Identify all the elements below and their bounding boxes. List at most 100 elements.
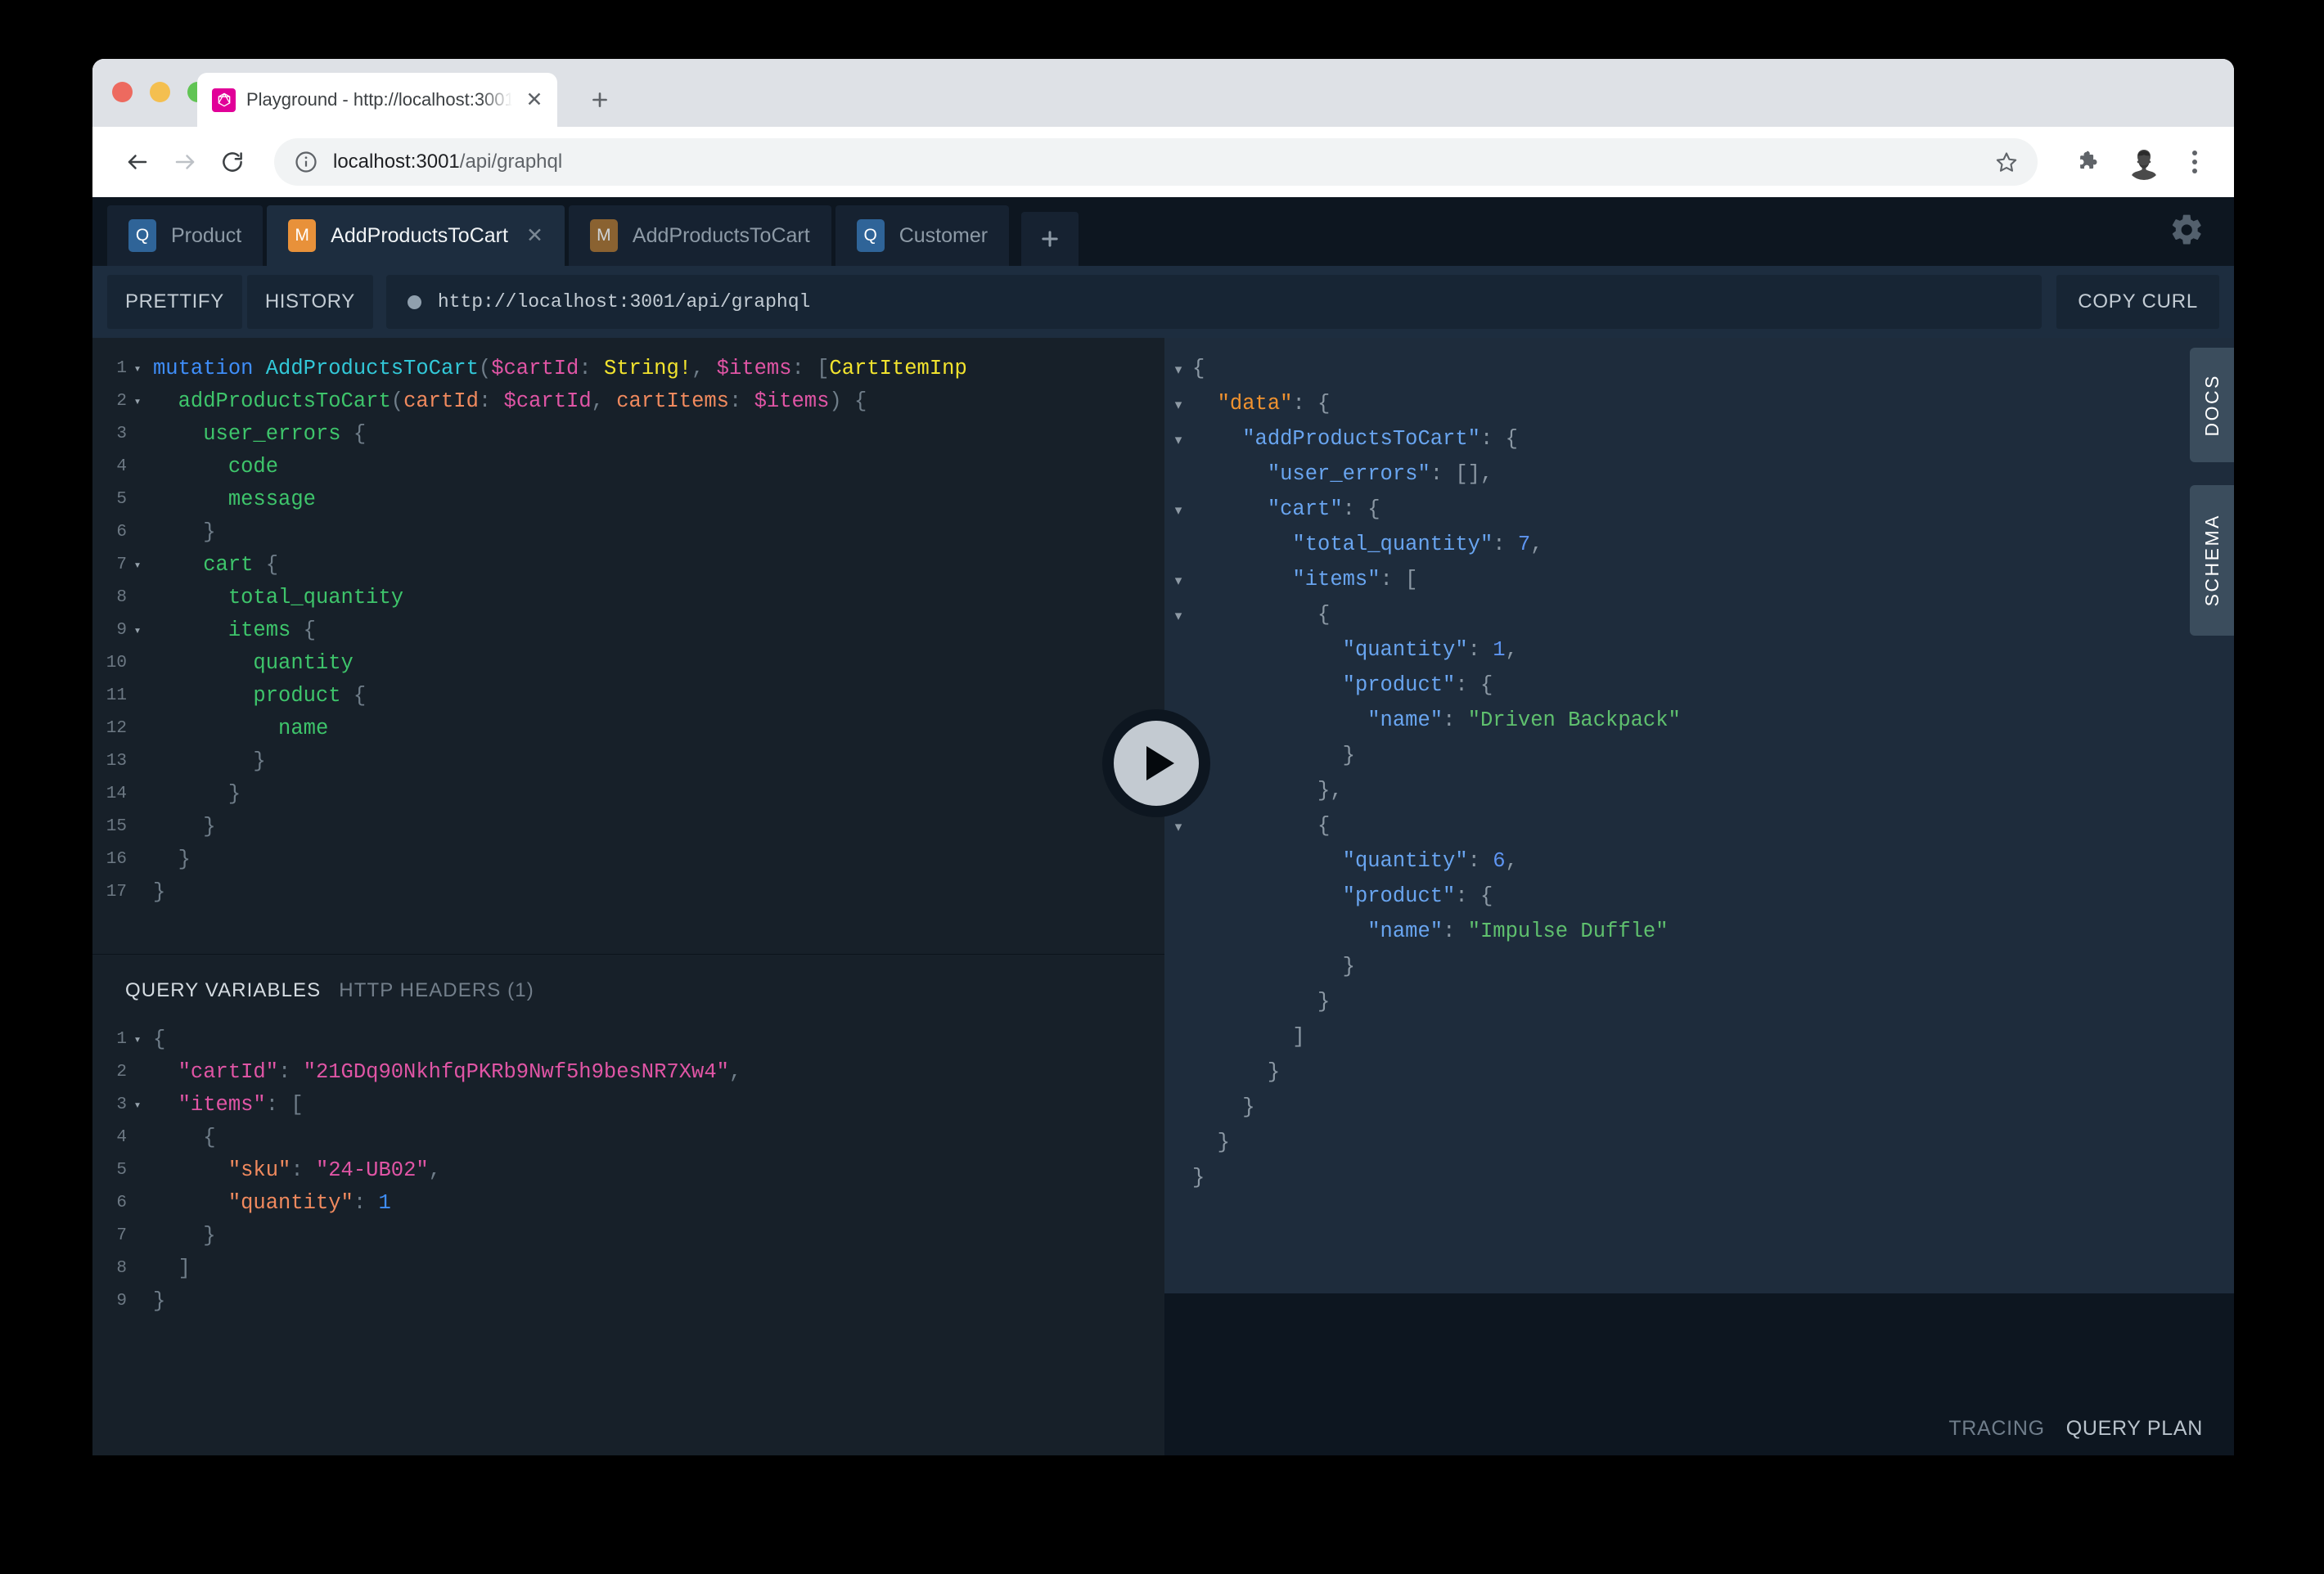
omnibox[interactable]: localhost:3001/api/graphql: [274, 138, 2038, 186]
response-text: "product": {: [1342, 884, 1493, 908]
fold-arrow-icon[interactable]: ▾: [128, 549, 146, 583]
line-number: 7: [116, 1226, 127, 1245]
history-button[interactable]: HISTORY: [246, 275, 373, 329]
line-number: 6: [116, 1194, 127, 1212]
response-text: "user_errors": [],: [1267, 462, 1493, 486]
star-icon[interactable]: [1985, 141, 2028, 183]
gear-icon[interactable]: [2169, 212, 2205, 248]
tab-tracing[interactable]: TRACING: [1948, 1417, 2044, 1441]
response-line: ▾ {: [1164, 808, 2234, 843]
response-viewer[interactable]: ▾{▾ "data": {▾ "addProductsToCart": { "u…: [1164, 338, 2234, 1293]
fold-arrow-icon[interactable]: ▾: [1164, 562, 1192, 599]
code-text: total_quantity: [227, 586, 404, 609]
close-icon[interactable]: ✕: [526, 223, 543, 248]
new-tab-button[interactable]: [582, 82, 618, 118]
graphql-playground: Q Product M AddProductsToCart ✕ M AddPro…: [92, 197, 2234, 1455]
fold-arrow-icon[interactable]: ▾: [128, 1023, 146, 1058]
response-text: {: [1192, 603, 1331, 627]
fold-arrow-icon[interactable]: ▾: [1164, 808, 1192, 845]
code-text: "quantity": 1: [227, 1191, 391, 1215]
schema-panel-tab[interactable]: SCHEMA: [2190, 485, 2234, 636]
fold-arrow-icon[interactable]: ▾: [128, 353, 146, 387]
code-text: }: [153, 1224, 216, 1248]
three-dot-menu-icon[interactable]: [2177, 141, 2213, 183]
endpoint-input[interactable]: http://localhost:3001/api/graphql: [385, 275, 2043, 329]
code-line: 5 message: [92, 483, 1164, 516]
code-line: 16 }: [92, 843, 1164, 876]
fold-arrow-icon[interactable]: ▾: [1164, 597, 1192, 634]
playground-toolbar: PRETTIFY HISTORY http://localhost:3001/a…: [92, 266, 2234, 338]
minimize-window-button[interactable]: [150, 82, 170, 102]
line-number: 8: [116, 1259, 127, 1278]
code-line: 1 ▾ mutation AddProductsToCart($cartId: St…: [92, 353, 1164, 385]
code-line: 3 ▾ "items": [: [92, 1089, 1164, 1122]
add-session-tab-button[interactable]: [1021, 212, 1079, 266]
line-number: 7: [116, 555, 127, 574]
endpoint-status-icon: [407, 295, 421, 309]
profile-avatar-icon[interactable]: [2126, 144, 2162, 180]
response-text: }: [1192, 1166, 1205, 1189]
line-number: 15: [106, 817, 127, 836]
line-number: 2: [116, 1063, 127, 1082]
response-line: "name": "Impulse Duffle": [1164, 914, 2234, 949]
response-line: },: [1164, 773, 2234, 808]
response-text: "data": {: [1217, 392, 1331, 416]
line-number: 11: [106, 686, 127, 705]
response-text: "cart": {: [1267, 497, 1380, 521]
fold-arrow-icon[interactable]: ▾: [128, 614, 146, 649]
code-text: name: [278, 717, 329, 740]
fold-arrow-icon[interactable]: ▾: [1164, 421, 1192, 458]
playground-main: 1 ▾ mutation AddProductsToCart($cartId: St…: [92, 338, 2234, 1455]
code-line: 4 code: [92, 451, 1164, 483]
code-text: {: [153, 1028, 166, 1051]
close-icon[interactable]: ✕: [523, 88, 546, 111]
code-text: }: [153, 749, 266, 773]
session-tab-label: AddProductsToCart: [632, 223, 810, 247]
code-line: 15 }: [92, 811, 1164, 843]
puzzle-piece-icon[interactable]: [2067, 141, 2110, 183]
session-tab-customer[interactable]: Q Customer: [835, 205, 1010, 266]
forward-arrow-icon[interactable]: [161, 138, 209, 186]
line-number: 1: [116, 359, 127, 378]
query-editor[interactable]: 1 ▾ mutation AddProductsToCart($cartId: St…: [92, 338, 1164, 954]
query-badge-icon: Q: [128, 219, 156, 252]
session-tab-addproductstocart-active[interactable]: M AddProductsToCart ✕: [267, 205, 565, 266]
response-text: "name": "Driven Backpack": [1367, 708, 1681, 732]
code-text: quantity: [253, 651, 354, 675]
variables-pane: QUERY VARIABLES HTTP HEADERS (1) 1 ▾{2 "c…: [92, 954, 1164, 1455]
line-number: 3: [116, 1095, 127, 1114]
code-line: 8 ]: [92, 1252, 1164, 1285]
response-line: "quantity": 1,: [1164, 632, 2234, 668]
back-arrow-icon[interactable]: [114, 138, 161, 186]
line-number: 3: [116, 425, 127, 443]
window-traffic-lights: [112, 82, 208, 102]
response-text: "name": "Impulse Duffle": [1367, 920, 1669, 943]
tab-http-headers[interactable]: HTTP HEADERS (1): [339, 979, 534, 1002]
browser-tab-playground[interactable]: Playground - http://localhost:3001/api/g…: [197, 73, 557, 127]
fold-arrow-icon[interactable]: ▾: [1164, 492, 1192, 528]
tab-query-variables[interactable]: QUERY VARIABLES: [125, 979, 321, 1002]
prettify-button[interactable]: PRETTIFY: [107, 275, 242, 329]
code-text: product {: [253, 684, 367, 708]
run-query-button[interactable]: [1114, 721, 1199, 806]
fold-arrow-icon[interactable]: ▾: [128, 385, 146, 420]
session-tab-addproductstocart-2[interactable]: M AddProductsToCart: [568, 205, 831, 266]
mutation-badge-icon: M: [589, 219, 618, 252]
tab-query-plan[interactable]: QUERY PLAN: [2066, 1417, 2203, 1441]
copy-curl-button[interactable]: COPY CURL: [2056, 275, 2219, 329]
code-line: 17}: [92, 876, 1164, 909]
fold-arrow-icon[interactable]: ▾: [128, 1089, 146, 1123]
close-window-button[interactable]: [112, 82, 133, 102]
fold-arrow-icon[interactable]: ▾: [1164, 386, 1192, 423]
code-text: items {: [227, 618, 316, 642]
info-circle-icon[interactable]: [294, 150, 318, 174]
response-text: }: [1192, 1095, 1255, 1119]
docs-panel-tab[interactable]: DOCS: [2190, 348, 2234, 462]
variables-editor[interactable]: 1 ▾{2 "cartId": "21GDq90NkhfqPKRb9Nwf5h9b…: [92, 1023, 1164, 1318]
code-line: 1 ▾ {: [92, 1023, 1164, 1056]
code-line: 6 "quantity": 1: [92, 1187, 1164, 1220]
address-input[interactable]: localhost:3001/api/graphql: [333, 151, 1970, 173]
session-tab-product[interactable]: Q Product: [107, 205, 263, 266]
reload-icon[interactable]: [209, 138, 256, 186]
fold-arrow-icon[interactable]: ▾: [1164, 351, 1192, 388]
